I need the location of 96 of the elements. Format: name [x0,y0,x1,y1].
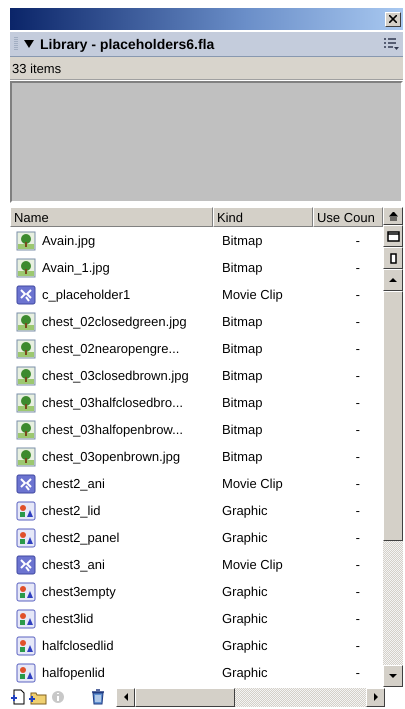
left-arrow-icon [124,693,128,701]
item-name[interactable]: chest_03openbrown.jpg [42,449,214,464]
tree-picture-icon [16,366,36,386]
item-name[interactable]: c_placeholder1 [42,287,214,302]
use-count: - [354,422,361,437]
sort-order-button[interactable] [383,207,403,225]
movie-clip-icon [16,284,36,304]
tree-picture-icon [16,312,36,332]
item-kind: Movie Clip [221,287,284,302]
item-name[interactable]: chest3lid [42,611,214,626]
item-name[interactable]: chest_03closedbrown.jpg [42,368,214,383]
panel-title: Library - placeholders6.fla [40,36,216,52]
graphic-shapes-icon [16,636,36,656]
use-count: - [354,341,361,356]
item-kind: Bitmap [221,341,264,356]
use-count: - [354,503,361,518]
use-count: - [354,530,361,545]
scrollbar-thumb[interactable] [135,688,235,706]
item-kind: Movie Clip [221,476,284,491]
wide-view-icon [386,230,400,242]
up-arrow-icon [389,278,397,282]
tree-picture-icon [16,392,36,412]
use-count: - [354,665,361,680]
column-header[interactable]: Name [10,207,213,227]
column-header[interactable]: Use Coun [313,207,383,227]
movie-clip-icon [16,474,36,494]
scroll-down-button[interactable] [383,665,403,687]
item-count: 33 items [12,60,62,76]
movie-clip-icon [16,554,36,574]
item-kind: Bitmap [221,422,264,437]
use-count: - [354,611,361,626]
tree-picture-icon [16,446,36,466]
item-name[interactable]: halfclosedlid [42,638,214,653]
item-kind: Graphic [221,611,269,626]
tree-picture-icon [16,338,36,358]
graphic-shapes-icon [16,662,36,682]
item-kind: Graphic [221,584,269,599]
tree-picture-icon [16,258,36,278]
narrow-view-icon [390,252,396,264]
use-count: - [354,368,361,383]
close-icon [389,15,397,23]
item-kind: Graphic [221,665,269,680]
use-count: - [354,557,361,572]
narrow-view-button[interactable] [383,247,403,269]
use-count: - [354,287,361,302]
gripper-icon[interactable] [14,36,18,52]
use-count: - [354,476,361,491]
scrollbar-thumb[interactable] [383,291,403,541]
sort-order-icon [388,212,398,220]
scroll-up-button[interactable] [383,269,403,291]
item-kind: Movie Clip [221,557,284,572]
item-name[interactable]: chest2_panel [42,530,214,545]
item-kind: Bitmap [221,449,264,464]
item-name[interactable]: chest_03halfopenbrow... [42,422,214,437]
tree-picture-icon [16,420,36,440]
item-name[interactable]: chest_03halfclosedbro... [42,395,214,410]
use-count: - [354,260,361,275]
item-name[interactable]: chest2_lid [42,503,214,518]
item-name[interactable]: chest3empty [42,584,214,599]
item-kind: Bitmap [221,395,264,410]
item-kind: Bitmap [221,260,264,275]
item-name[interactable]: Avain_1.jpg [42,260,214,275]
graphic-shapes-icon [16,528,36,548]
use-count: - [354,584,361,599]
graphic-shapes-icon [16,608,36,628]
item-kind: Bitmap [221,233,264,248]
column-header[interactable]: Kind [213,207,313,227]
item-name[interactable]: halfopenlid [42,665,214,680]
options-menu-icon[interactable] [383,37,399,51]
right-arrow-icon [374,693,378,701]
item-kind: Bitmap [221,314,264,329]
item-name[interactable]: chest_02closedgreen.jpg [42,314,214,329]
scroll-left-button[interactable] [116,688,135,706]
use-count: - [354,638,361,653]
item-kind: Graphic [221,638,269,653]
use-count: - [354,449,361,464]
use-count: - [354,395,361,410]
item-kind: Graphic [221,503,269,518]
down-arrow-icon [389,674,397,678]
item-name[interactable]: Avain.jpg [42,233,214,248]
item-kind: Bitmap [221,368,264,383]
use-count: - [354,233,361,248]
trash-icon[interactable] [90,689,106,705]
item-name[interactable]: chest2_ani [42,476,214,491]
graphic-shapes-icon [16,582,36,602]
use-count: - [354,314,361,329]
tree-picture-icon [16,230,36,250]
collapse-triangle-icon[interactable] [24,40,34,48]
wide-view-button[interactable] [383,225,403,247]
item-name[interactable]: chest_02nearopengre... [42,341,214,356]
new-symbol-icon[interactable] [10,689,26,705]
item-name[interactable]: chest3_ani [42,557,214,572]
scroll-right-button[interactable] [366,688,385,706]
close-button[interactable] [385,12,401,26]
item-kind: Graphic [221,530,269,545]
graphic-shapes-icon [16,500,36,520]
